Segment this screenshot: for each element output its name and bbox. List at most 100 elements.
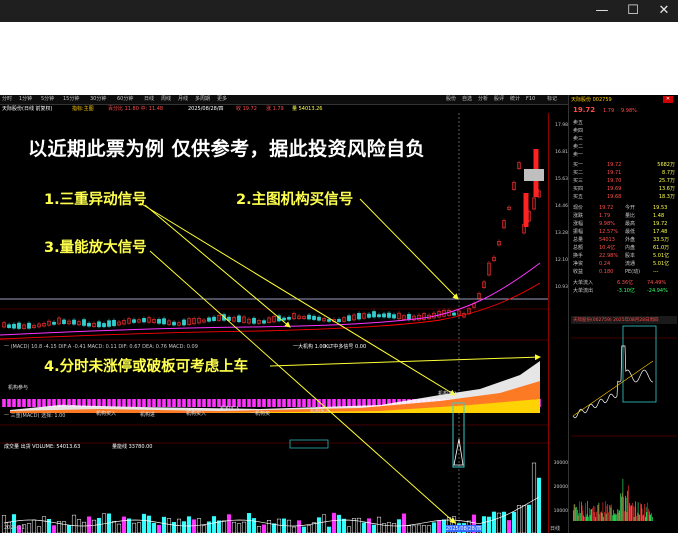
toolbar-item[interactable]: 分析 [478, 95, 488, 104]
stat-cell: 股本 [625, 253, 636, 259]
volume-bar [241, 521, 247, 533]
intraday-volume-bar [625, 497, 627, 521]
period-tab[interactable]: 1分钟 [19, 95, 32, 104]
stat-cell: 9.98% [599, 221, 615, 227]
volume-bar [211, 516, 217, 533]
period-tab[interactable]: 5分钟 [41, 95, 54, 104]
volume-bar [496, 512, 502, 533]
period-tab[interactable]: 15分钟 [63, 95, 79, 104]
indicator-bar [42, 399, 46, 407]
quote-cell: 卖一 [573, 152, 584, 158]
quote-cell: 19.72 [607, 162, 622, 168]
minimize-button[interactable]: — [589, 2, 615, 20]
intraday-volume-bar [574, 504, 576, 521]
volume-bar [181, 521, 187, 533]
volume-bar [256, 526, 262, 533]
date-left: 2024/11 [4, 525, 25, 531]
price-axis: 17.98 16.81 15.63 14.46 13.28 12.10 10.93 30000… [548, 113, 569, 533]
period-tab[interactable]: 更多 [217, 95, 227, 104]
indicator-bar [157, 399, 161, 407]
intraday-chart[interactable] [571, 316, 677, 531]
price-tick: 12.10 [555, 258, 568, 263]
toolbar-item[interactable]: 标记 [547, 95, 557, 104]
volume-tick: 10000 [553, 509, 568, 514]
intraday-volume-bar [630, 504, 632, 521]
intraday-volume-bar [597, 504, 599, 521]
intraday-volume-bar [623, 496, 624, 521]
volume-bar [306, 525, 312, 533]
indicator-bar [287, 399, 291, 407]
intraday-volume-bar [601, 511, 602, 521]
indicator-bar [27, 399, 31, 407]
intraday-volume-bar [626, 512, 628, 521]
close-quote-icon[interactable]: ✕ [663, 96, 673, 103]
indicator-bar [162, 399, 166, 407]
indicator-bar [302, 399, 306, 407]
period-tab[interactable]: 月线 [178, 95, 188, 104]
volume-bar [331, 512, 337, 533]
stat-row: 现价 19.72 今开 19.53 [573, 204, 677, 212]
intraday-volume-bar [595, 516, 596, 521]
intraday-volume-bar [613, 509, 614, 521]
stat-cell: 19.72 [653, 221, 668, 227]
quote-header: 天际股份 002759 ✕ [571, 96, 675, 104]
volume-bar [111, 520, 117, 533]
volume-bar [416, 524, 422, 533]
intraday-volume-bar [577, 509, 578, 521]
volume-bar [36, 526, 42, 533]
intraday-volume-bar [624, 511, 625, 521]
volume-bar [481, 516, 487, 533]
quote-cell: 买二 [573, 170, 584, 176]
toolbar-item[interactable]: 股评 [494, 95, 504, 104]
volume-bar [26, 523, 32, 533]
stat-cell: 10.4亿 [599, 245, 616, 251]
intraday-volume-bar [590, 509, 592, 521]
intraday-volume-bar [645, 507, 647, 521]
stat-row: 收益 0.180 PE(动) --- [573, 268, 677, 276]
intraday-volume-bar [581, 501, 582, 521]
stat-cell: 最高 [625, 221, 636, 227]
stat-row: 总额 10.4亿 内盘 61.0万 [573, 244, 677, 252]
indicator-bar [197, 399, 201, 407]
volume-bar [236, 523, 242, 533]
volume-bar [66, 524, 72, 533]
quote-cell: 买三 [573, 178, 584, 184]
volume-bar [526, 504, 532, 533]
kline-chart[interactable] [0, 113, 548, 533]
quote-title: 天际股份 002759 [571, 97, 612, 103]
period-tab[interactable]: 日线 [144, 95, 154, 104]
volume-bar [401, 513, 407, 533]
intraday-volume-bar [641, 508, 643, 521]
toolbar-item[interactable]: 统计 [510, 95, 520, 104]
indicator-bar [127, 399, 131, 407]
volume-value: 量 54013.26 [292, 106, 323, 112]
period-tab[interactable]: 多周期 [195, 95, 210, 104]
toolbar-item[interactable]: F10 [526, 95, 535, 104]
volume-bar [266, 519, 272, 533]
toolbar-item[interactable]: 股份 [446, 95, 456, 104]
volume-bar [126, 518, 132, 533]
intraday-volume-bar [633, 505, 634, 521]
period-tab[interactable]: 周线 [161, 95, 171, 104]
indicator-bar [142, 399, 146, 407]
date-label: 2025/08/28/四 [188, 106, 224, 112]
macd-label: 一 (MACD) 10.8 -4.15 DIF:A -0.41 MACD: 0.… [4, 344, 198, 350]
intraday-volume-bar [597, 504, 598, 521]
maximize-button[interactable]: ☐ [620, 2, 646, 20]
volume-bar [411, 525, 417, 533]
period-tab[interactable]: 60分钟 [117, 95, 133, 104]
volume-bar [426, 525, 432, 533]
close-button[interactable]: ✕ [651, 2, 677, 20]
volume-bar [301, 526, 307, 533]
volume-bar [291, 526, 297, 533]
volume-bar [136, 522, 142, 533]
period-tab[interactable]: 30分钟 [90, 95, 106, 104]
quote-cell: 19.68 [607, 194, 622, 200]
toolbar-item[interactable]: 自选 [462, 95, 472, 104]
stat-cell: 33.5万 [653, 237, 670, 243]
intraday-volume-bar [616, 514, 617, 521]
intraday-volume-bar [645, 516, 646, 521]
indicator-bar [337, 399, 341, 407]
period-tab[interactable]: 分时 [2, 95, 12, 104]
stat-cell: 涨跌 [573, 213, 584, 219]
